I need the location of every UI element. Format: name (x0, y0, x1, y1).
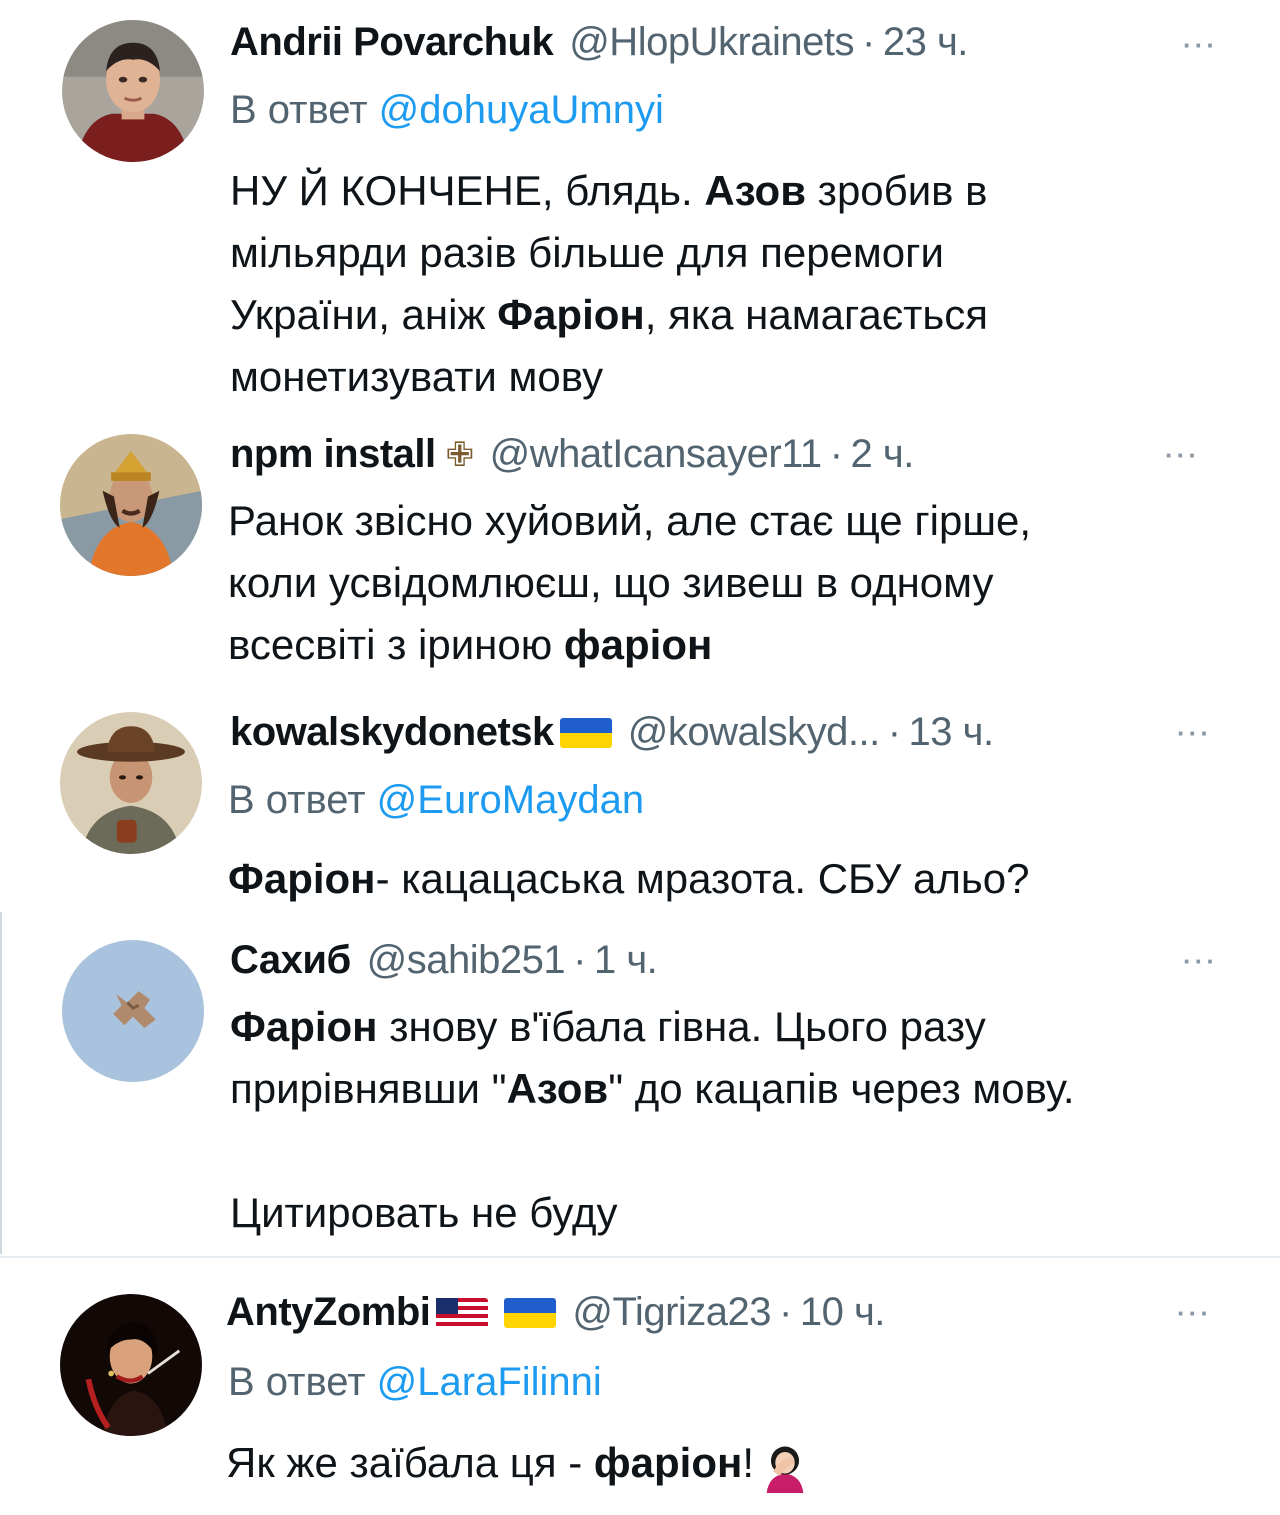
cross-icon: ✙ (445, 435, 475, 474)
text-line: України, аніж Фаріон, яка намагається (230, 291, 989, 338)
separator-dot: · (829, 432, 843, 476)
reply-mention-link[interactable]: @EuroMaydan (377, 778, 644, 822)
display-name[interactable]: Сахиб (230, 938, 351, 983)
text-line: Як же заїбала ця - фаріон! (226, 1432, 812, 1494)
text-line: НУ Й КОНЧЕНЕ, блядь. Азов зробив в (230, 167, 988, 214)
user-handle[interactable]: @HlopUkrainets (569, 20, 854, 65)
tweet-text: НУ Й КОНЧЕНЕ, блядь. Азов зробив в мілья… (230, 160, 988, 408)
tweet-text: Як же заїбала ця - фаріон! (226, 1432, 812, 1494)
tweet-header: AntyZombi @Tigriza23 · 10 ч. (226, 1290, 885, 1335)
text-line: мільярди разів більше для перемоги (230, 229, 944, 276)
bold-keyword: Фаріон (228, 855, 376, 902)
text-line: Ранок звісно хуйовий, але стає ще гірше, (228, 497, 1032, 544)
separator-dot: · (887, 710, 901, 754)
avatar[interactable] (60, 712, 202, 854)
reply-context: В ответ @EuroMaydan (228, 778, 644, 823)
avatar[interactable] (62, 940, 204, 1082)
tweet-text: Фаріон знову в'їбала гівна. Цього разу п… (230, 996, 1075, 1244)
more-options-icon[interactable]: ··· (1177, 718, 1212, 749)
text-line: Фаріон знову в'їбала гівна. Цього разу (230, 1003, 986, 1050)
tweet-header: kowalskydonetsk @kowalskyd... · 13 ч. (230, 710, 994, 755)
flag-ukraine-icon (559, 717, 612, 748)
display-name[interactable]: Andrii Povarchuk (230, 20, 554, 65)
more-options-icon[interactable]: ··· (1183, 30, 1218, 61)
flag-usa-icon (436, 1297, 489, 1328)
timestamp[interactable]: 13 ч. (909, 710, 995, 755)
user-handle[interactable]: @kowalskyd... (628, 710, 880, 755)
reply-prefix: В ответ (228, 778, 366, 822)
text-line (230, 1120, 1075, 1182)
user-handle[interactable]: @sahib251 (367, 938, 566, 983)
text-line: Цитировать не буду (230, 1189, 618, 1236)
timestamp[interactable]: 10 ч. (800, 1290, 886, 1335)
tweet-header: Сахиб @sahib251 · 1 ч. (230, 938, 658, 983)
avatar[interactable] (60, 434, 202, 576)
user-handle[interactable]: @Tigriza23 (572, 1290, 771, 1335)
tweet-text: Ранок звісно хуйовий, але стає ще гірше,… (228, 490, 1031, 676)
separator-dot: · (862, 20, 875, 64)
facepalm-woman-icon (758, 1439, 812, 1493)
reply-prefix: В ответ (230, 88, 368, 132)
avatar[interactable] (62, 20, 204, 162)
reply-context: В ответ @dohuyaUmnyi (230, 88, 664, 133)
bold-keyword: Фаріон (497, 291, 645, 338)
avatar[interactable] (60, 1294, 202, 1436)
text-line: Фаріон- кацацаська мразота. СБУ альо? (228, 855, 1030, 902)
reply-prefix: В ответ (228, 1360, 366, 1404)
reply-mention-link[interactable]: @LaraFilinni (377, 1360, 602, 1404)
more-options-icon[interactable]: ··· (1177, 1298, 1212, 1329)
tweet-header: Andrii Povarchuk @HlopUkrainets · 23 ч. (230, 20, 968, 65)
tweet-text: Фаріон- кацацаська мразота. СБУ альо? (228, 848, 1029, 910)
more-options-icon[interactable]: ··· (1183, 946, 1218, 977)
text-line: прирівнявши "Азов" до кацапів через мову… (230, 1065, 1075, 1112)
bold-keyword: фаріон (593, 1439, 743, 1486)
bold-keyword: Азов (506, 1065, 609, 1112)
bold-keyword: Азов (704, 167, 807, 214)
reply-mention-link[interactable]: @dohuyaUmnyi (379, 88, 664, 132)
text-line: монетизувати мову (230, 353, 604, 400)
divider (0, 1256, 1280, 1258)
reply-context: В ответ @LaraFilinni (228, 1360, 602, 1405)
tweet-header: npm install ✙ @whatIcansayer11 · 2 ч. (230, 432, 914, 477)
more-options-icon[interactable]: ··· (1165, 440, 1200, 471)
thread-edge-line (0, 912, 2, 1254)
text-line: всесвіті з іриною фаріон (228, 621, 713, 668)
text-line: коли усвідомлюєш, що зивеш в одному (228, 559, 994, 606)
timestamp[interactable]: 1 ч. (594, 938, 658, 983)
timestamp[interactable]: 23 ч. (883, 20, 969, 65)
display-name[interactable]: npm install (230, 432, 436, 477)
bold-keyword: фаріон (563, 621, 713, 668)
display-name[interactable]: kowalskydonetsk (230, 710, 554, 755)
display-name[interactable]: AntyZombi (226, 1290, 431, 1335)
timestamp[interactable]: 2 ч. (851, 432, 915, 477)
flag-ukraine-icon (504, 1297, 557, 1328)
user-handle[interactable]: @whatIcansayer11 (490, 432, 823, 477)
separator-dot: · (779, 1290, 792, 1334)
separator-dot: · (573, 938, 586, 982)
bold-keyword: Фаріон (230, 1003, 378, 1050)
